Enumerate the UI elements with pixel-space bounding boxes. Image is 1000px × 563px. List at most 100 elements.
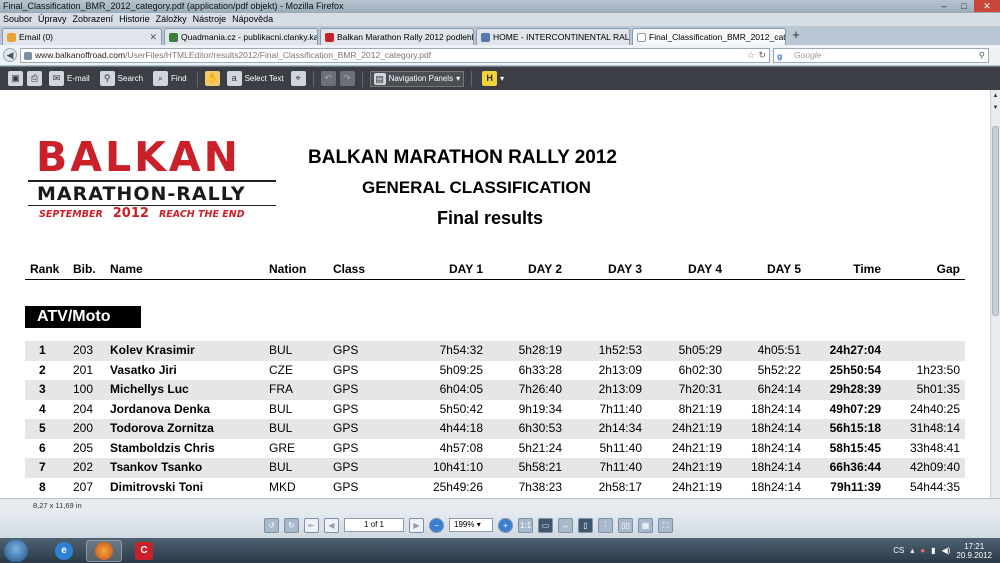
cell-day-4: 24h21:19 xyxy=(671,421,722,435)
tab-final-classification[interactable]: Final_Classification_BMR_2012_categ... ✕ xyxy=(632,28,786,45)
antivirus-tray-icon[interactable]: ● xyxy=(920,546,925,555)
results-table-header: Rank Bib. Name Nation Class DAY 1 DAY 2 … xyxy=(25,262,965,280)
cell-day-1: 4h57:08 xyxy=(439,440,483,455)
windows-start-button[interactable] xyxy=(4,539,28,562)
cell-gap: 54h44:35 xyxy=(909,479,960,494)
tab-email[interactable]: Email (0) ✕ xyxy=(2,28,162,45)
vertical-scrollbar[interactable]: ▲ ▼ xyxy=(990,90,1000,498)
cell-time: 79h11:39 xyxy=(830,479,881,494)
find-button[interactable]: ⌕ Find xyxy=(150,71,190,86)
zoom-out-icon[interactable]: − xyxy=(429,517,444,533)
tray-up-arrow-icon[interactable]: ▴ xyxy=(910,546,914,555)
grid-view-icon[interactable]: ▦ xyxy=(638,517,653,533)
header-day-1: DAY 1 xyxy=(448,262,483,276)
table-row: 7 202 Tsankov Tsanko BUL GPS 10h41:10 5h… xyxy=(25,458,965,478)
select-text-button[interactable]: a Select Text xyxy=(224,71,287,86)
rotate-left-icon[interactable]: ↺ xyxy=(264,517,279,533)
cell-day-5: 4h05:51 xyxy=(757,343,801,357)
cell-class: GPS xyxy=(333,440,359,455)
redo-icon[interactable]: ↷ xyxy=(339,71,355,86)
cell-rank: 5 xyxy=(39,421,46,435)
previous-page-icon[interactable]: ◀ xyxy=(324,517,339,533)
highlight-dropdown[interactable]: H ▾ xyxy=(479,71,507,86)
find-icon: ⌕ xyxy=(153,71,169,86)
cell-bib: 200 xyxy=(73,421,94,435)
back-button[interactable]: ◀ xyxy=(3,48,17,62)
email-button[interactable]: ✉ E-mail xyxy=(46,71,93,86)
menu-napoveda[interactable]: Nápověda xyxy=(229,13,276,26)
url-domain: www.balkanoffroad.com xyxy=(35,49,126,60)
maximize-button[interactable]: □ xyxy=(954,0,974,12)
tab-balkan-rally[interactable]: Balkan Marathon Rally 2012 podlehl č... … xyxy=(320,28,474,45)
logo-month: SEPTEMBER xyxy=(39,209,103,220)
page-number-input[interactable]: 1 of 1 xyxy=(344,518,404,532)
taskbar-internet-explorer[interactable]: e xyxy=(46,540,82,562)
search-button[interactable]: ⚲ Search xyxy=(97,71,146,86)
menu-zalozky[interactable]: Záložky xyxy=(153,13,190,26)
toolbar-divider xyxy=(312,70,314,87)
language-indicator[interactable]: CS xyxy=(893,546,904,555)
red-app-icon: C xyxy=(135,541,153,560)
table-row: 8 207 Dimitrovski Toni MKD GPS 25h49:26 … xyxy=(25,478,965,498)
actual-size-icon[interactable]: 1:1 xyxy=(518,517,533,533)
save-icon[interactable]: ▣ xyxy=(8,71,23,86)
site-favicon-icon xyxy=(169,32,178,42)
cell-name: Tsankov Tsanko xyxy=(110,460,203,474)
table-row: 1 203 Kolev Krasimir BUL GPS 7h54:32 5h2… xyxy=(25,341,965,361)
search-input[interactable]: g Google ⚲ xyxy=(773,47,989,63)
fullscreen-icon[interactable]: ⛶ xyxy=(658,517,673,533)
zoom-in-icon[interactable]: + xyxy=(498,517,513,533)
single-page-view-icon[interactable]: ▯ xyxy=(578,517,593,533)
undo-icon[interactable]: ↶ xyxy=(320,71,336,86)
scroll-down-icon[interactable]: ▼ xyxy=(991,104,1000,113)
close-button[interactable]: ✕ xyxy=(974,0,1000,12)
menu-zobrazeni[interactable]: Zobrazení xyxy=(70,13,117,26)
tab-intercontinental[interactable]: HOME - INTERCONTINENTAL RALLY... ✕ xyxy=(476,28,630,45)
menu-historie[interactable]: Historie xyxy=(116,13,153,26)
tab-close-icon[interactable]: ✕ xyxy=(149,30,157,45)
zoom-level-select[interactable]: 199% ▾ xyxy=(449,518,493,532)
reload-icon[interactable]: ↻ xyxy=(758,49,766,62)
system-clock[interactable]: 17:21 20.9.2012 xyxy=(956,542,992,560)
pdf-document-view[interactable]: BALKAN MARATHON-RALLY SEPTEMBER 2012 REACH… xyxy=(0,90,990,498)
first-page-icon[interactable]: ⇤ xyxy=(304,517,319,533)
network-tray-icon[interactable]: ▮ xyxy=(931,546,935,555)
scrollbar-thumb[interactable] xyxy=(992,126,999,316)
fit-width-icon[interactable]: ↔ xyxy=(558,517,573,533)
table-row: 6 205 Stamboldzis Chris GRE GPS 4h57:08 … xyxy=(25,439,965,459)
two-page-view-icon[interactable]: ▯▯ xyxy=(618,517,633,533)
firefox-icon xyxy=(95,541,113,560)
pdf-toolbar: ▣ ⎙ ✉ E-mail ⚲ Search ⌕ Find ✋ a Select … xyxy=(0,67,1000,90)
rotate-right-icon[interactable]: ↻ xyxy=(284,517,299,533)
toolbar-divider xyxy=(361,70,363,87)
print-icon[interactable]: ⎙ xyxy=(27,71,42,86)
page-size-status: 8,27 x 11,69 in xyxy=(0,498,1000,512)
fit-page-icon[interactable]: ▭ xyxy=(538,517,553,533)
menu-nastroje[interactable]: Nástroje xyxy=(190,13,230,26)
taskbar-app-c[interactable]: C xyxy=(126,540,162,562)
bookmark-star-icon[interactable]: ☆ xyxy=(747,49,755,62)
logo-text-top: BALKAN xyxy=(36,133,241,181)
hand-tool-icon[interactable]: ✋ xyxy=(204,71,220,86)
cell-class: GPS xyxy=(333,421,359,435)
volume-tray-icon[interactable]: ◀) xyxy=(942,546,951,555)
clock-time: 17:21 xyxy=(964,541,985,551)
snapshot-icon[interactable]: ⌖ xyxy=(290,71,306,86)
navigation-panels-dropdown[interactable]: ▤ Navigation Panels ▾ xyxy=(369,70,465,87)
cell-time: 56h15:18 xyxy=(829,421,881,435)
cell-class: GPS xyxy=(333,401,359,416)
taskbar-firefox[interactable] xyxy=(86,539,122,562)
menu-upravy[interactable]: Úpravy xyxy=(35,13,70,26)
tab-quadmania[interactable]: Quadmania.cz - publikacni.clanky.ka... ✕ xyxy=(164,28,318,45)
next-page-icon[interactable]: ▶ xyxy=(409,517,424,533)
new-tab-button[interactable]: + xyxy=(788,28,804,43)
continuous-view-icon[interactable]: ⋮ xyxy=(598,517,613,533)
search-icon[interactable]: ⚲ xyxy=(979,49,985,62)
tab-label: Balkan Marathon Rally 2012 podlehl č... xyxy=(337,31,474,42)
menu-soubor[interactable]: Soubor xyxy=(0,13,35,26)
minimize-button[interactable]: – xyxy=(934,0,954,12)
scroll-up-icon[interactable]: ▲ xyxy=(991,92,1000,101)
windows-taskbar: e C CS ▴ ● ▮ ◀) 17:21 20.9.2012 xyxy=(0,538,1000,563)
document-subtitle: GENERAL CLASSIFICATION xyxy=(362,178,591,197)
url-bar[interactable]: www.balkanoffroad.com/UserFiles/HTMLEdit… xyxy=(20,47,770,63)
